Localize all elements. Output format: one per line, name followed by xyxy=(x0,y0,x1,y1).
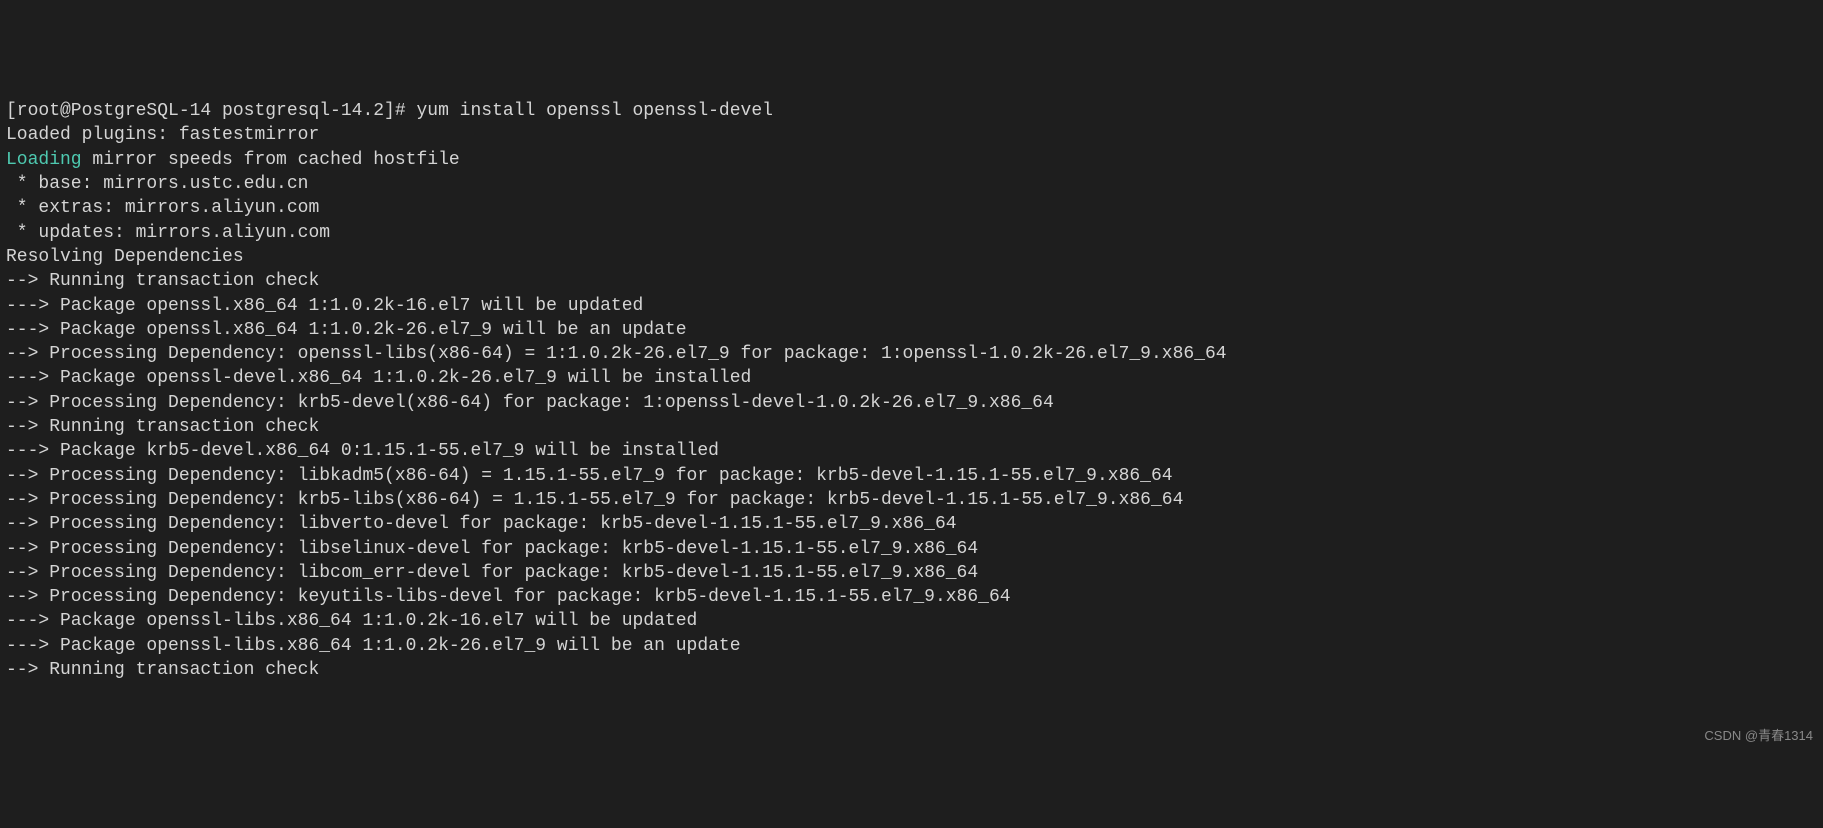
output-line: * updates: mirrors.aliyun.com xyxy=(6,221,1817,245)
output-line: --> Processing Dependency: krb5-devel(x8… xyxy=(6,391,1817,415)
output-line: Loading mirror speeds from cached hostfi… xyxy=(6,148,1817,172)
output-line: ---> Package openssl-devel.x86_64 1:1.0.… xyxy=(6,366,1817,390)
output-line: ---> Package openssl.x86_64 1:1.0.2k-16.… xyxy=(6,294,1817,318)
output-line: --> Processing Dependency: libselinux-de… xyxy=(6,537,1817,561)
prompt-line: [root@PostgreSQL-14 postgresql-14.2]# yu… xyxy=(6,99,1817,123)
output-line: ---> Package openssl.x86_64 1:1.0.2k-26.… xyxy=(6,318,1817,342)
output-line: --> Processing Dependency: libverto-deve… xyxy=(6,512,1817,536)
output-line: * extras: mirrors.aliyun.com xyxy=(6,196,1817,220)
output-line: * base: mirrors.ustc.edu.cn xyxy=(6,172,1817,196)
loading-keyword: Loading xyxy=(6,150,82,170)
output-line: --> Running transaction check xyxy=(6,415,1817,439)
output-line: Resolving Dependencies xyxy=(6,245,1817,269)
output-line: --> Running transaction check xyxy=(6,269,1817,293)
output-line: ---> Package openssl-libs.x86_64 1:1.0.2… xyxy=(6,634,1817,658)
shell-prompt: [root@PostgreSQL-14 postgresql-14.2]# xyxy=(6,101,406,121)
output-line: --> Processing Dependency: keyutils-libs… xyxy=(6,585,1817,609)
output-line: ---> Package openssl-libs.x86_64 1:1.0.2… xyxy=(6,609,1817,633)
output-line: --> Running transaction check xyxy=(6,658,1817,682)
command-text: yum install openssl openssl-devel xyxy=(406,101,773,121)
output-line: --> Processing Dependency: libcom_err-de… xyxy=(6,561,1817,585)
output-line: ---> Package krb5-devel.x86_64 0:1.15.1-… xyxy=(6,439,1817,463)
output-line: --> Processing Dependency: libkadm5(x86-… xyxy=(6,464,1817,488)
watermark-text: CSDN @青春1314 xyxy=(1704,727,1813,745)
terminal-output[interactable]: [root@PostgreSQL-14 postgresql-14.2]# yu… xyxy=(6,99,1817,682)
output-line: Loaded plugins: fastestmirror xyxy=(6,123,1817,147)
output-line: --> Processing Dependency: krb5-libs(x86… xyxy=(6,488,1817,512)
output-line: --> Processing Dependency: openssl-libs(… xyxy=(6,342,1817,366)
